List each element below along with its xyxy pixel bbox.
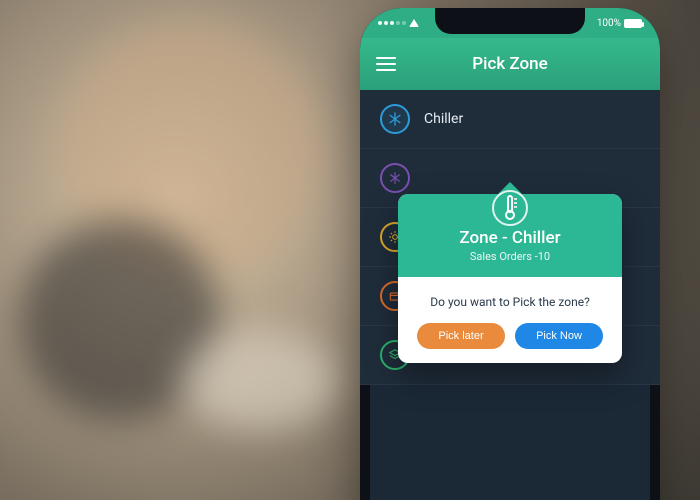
wifi-icon bbox=[409, 19, 419, 27]
battery-icon bbox=[624, 19, 642, 28]
pick-zone-dialog: Zone - Chiller Sales Orders -10 Do you w… bbox=[398, 194, 622, 363]
zone-label: Chiller bbox=[424, 111, 463, 127]
dialog-header: Zone - Chiller Sales Orders -10 bbox=[398, 194, 622, 277]
menu-icon[interactable] bbox=[376, 57, 396, 71]
pick-now-button[interactable]: Pick Now bbox=[515, 323, 603, 349]
signal-icon bbox=[378, 21, 406, 25]
thermometer-icon bbox=[490, 188, 530, 228]
background-blur bbox=[180, 330, 340, 430]
app-bar: Pick Zone bbox=[360, 38, 660, 90]
snowflake-icon bbox=[380, 163, 410, 193]
phone-frame: 12:00 100% Pick Zone Chiller bbox=[360, 8, 660, 500]
dialog-body: Do you want to Pick the zone? Pick later… bbox=[398, 277, 622, 363]
battery-percent: 100% bbox=[597, 18, 621, 29]
dialog-question: Do you want to Pick the zone? bbox=[410, 295, 610, 309]
dialog-title: Zone - Chiller bbox=[408, 228, 612, 248]
zone-row-chiller[interactable]: Chiller bbox=[360, 90, 660, 149]
snowflake-icon bbox=[380, 104, 410, 134]
device-notch bbox=[435, 8, 585, 34]
page-title: Pick Zone bbox=[472, 54, 547, 74]
pick-later-button[interactable]: Pick later bbox=[417, 323, 505, 349]
dialog-subtitle: Sales Orders -10 bbox=[408, 250, 612, 263]
